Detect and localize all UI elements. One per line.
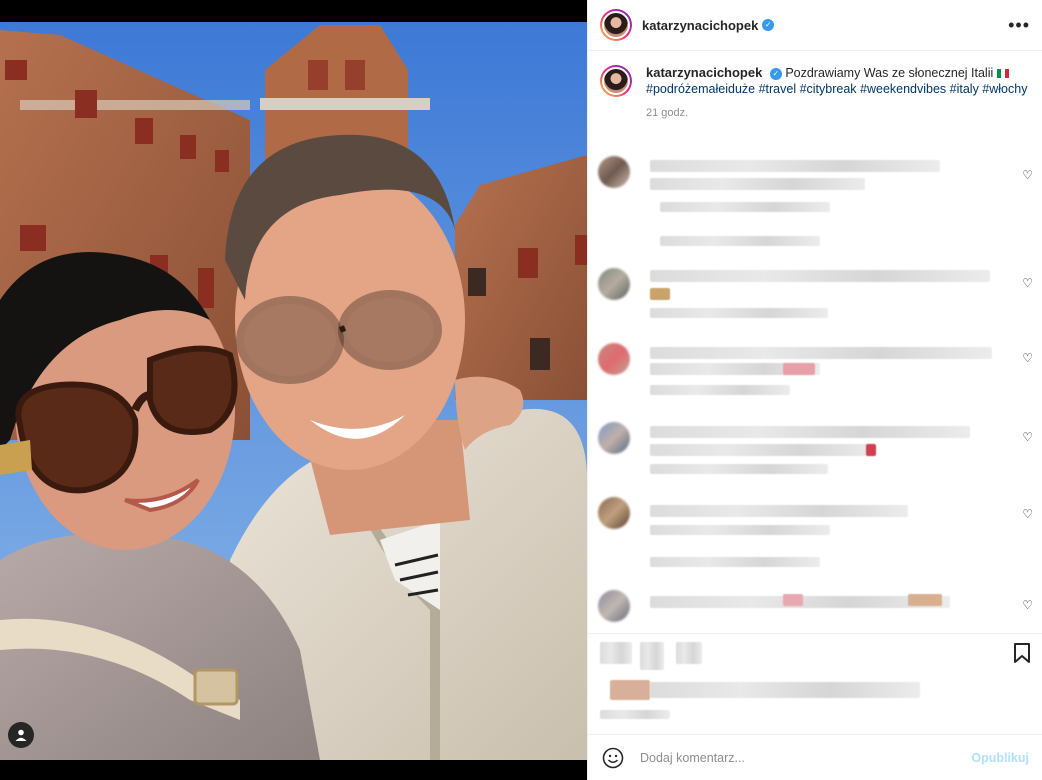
- more-options-icon[interactable]: •••: [1008, 15, 1030, 36]
- verified-badge-icon: ✓: [762, 19, 775, 31]
- post-photo: [0, 0, 587, 780]
- heart-icon[interactable]: ♡: [1022, 168, 1033, 182]
- comment-input[interactable]: [638, 749, 972, 766]
- post-actions: [588, 633, 1042, 734]
- post-sidebar: katarzynacichopek ✓ ••• katarzynacichope…: [587, 0, 1042, 780]
- emoji-icon[interactable]: [602, 747, 624, 769]
- post-caption: katarzynacichopek ✓ Pozdrawiamy Was ze s…: [588, 51, 1042, 131]
- avatar[interactable]: [598, 343, 630, 375]
- heart-icon[interactable]: ♡: [1022, 276, 1033, 290]
- add-comment-bar: Opublikuj: [588, 734, 1042, 780]
- selfie-image: [0, 0, 587, 780]
- avatar[interactable]: [598, 422, 630, 454]
- post-timestamp: 21 godz.: [646, 107, 689, 119]
- caption-text: Pozdrawiamy Was ze słonecznej Italii: [785, 66, 994, 80]
- list-item: ♡: [598, 268, 1033, 328]
- caption-hashtags[interactable]: #podróżemałeiduże #travel #citybreak #we…: [646, 82, 1027, 96]
- list-item: ♡: [598, 497, 1033, 572]
- avatar[interactable]: [598, 590, 630, 622]
- author-avatar[interactable]: [600, 9, 632, 41]
- list-item: ♡: [598, 590, 1033, 630]
- verified-badge-icon: ✓: [769, 67, 782, 80]
- list-item: ♡: [598, 422, 1033, 482]
- avatar[interactable]: [598, 268, 630, 300]
- comments-list: ♡ ♡ ♡ ♡ ♡ ♡: [588, 150, 1042, 630]
- list-item: ♡: [598, 343, 1033, 403]
- avatar[interactable]: [598, 156, 630, 188]
- list-item: ♡: [598, 156, 1033, 246]
- bookmark-icon[interactable]: [1013, 642, 1031, 664]
- italy-flag-icon: [996, 69, 1009, 79]
- avatar[interactable]: [598, 497, 630, 529]
- caption-avatar[interactable]: [600, 65, 632, 97]
- heart-icon[interactable]: ♡: [1022, 430, 1033, 444]
- user-tag-icon[interactable]: [8, 722, 34, 748]
- publish-button[interactable]: Opublikuj: [971, 751, 1029, 765]
- heart-icon[interactable]: ♡: [1022, 598, 1033, 612]
- heart-icon[interactable]: ♡: [1022, 351, 1033, 365]
- heart-icon[interactable]: ♡: [1022, 507, 1033, 521]
- caption-username[interactable]: katarzynacichopek: [646, 65, 762, 80]
- author-username[interactable]: katarzynacichopek: [642, 18, 758, 33]
- post-header: katarzynacichopek ✓ •••: [588, 0, 1042, 51]
